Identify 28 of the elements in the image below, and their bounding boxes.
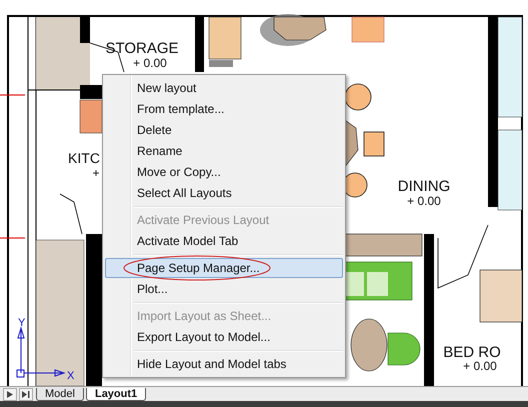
menu-item[interactable]: From template... xyxy=(105,99,343,119)
room-elevation: + 0.00 xyxy=(407,194,441,208)
menu-item[interactable]: Move or Copy... xyxy=(105,162,343,182)
menu-item[interactable]: Select All Layouts xyxy=(105,183,343,203)
menu-item[interactable]: Export Layout to Model... xyxy=(105,327,343,347)
y-axis-label: Y xyxy=(18,317,26,329)
menu-item[interactable]: Activate Model Tab xyxy=(105,231,343,251)
menu-item[interactable]: Page Setup Manager... xyxy=(105,258,343,278)
room-name: STORAGE xyxy=(105,40,179,57)
menu-item[interactable]: New layout xyxy=(105,78,343,98)
ucs-axes-icon xyxy=(16,326,66,378)
room-name: DINING xyxy=(398,178,450,195)
menu-item[interactable]: Rename xyxy=(105,141,343,161)
room-name: BED RO xyxy=(443,344,501,361)
next-tab-button[interactable] xyxy=(3,388,17,401)
x-axis-label: X xyxy=(67,370,74,382)
layout-tab[interactable]: Model xyxy=(36,388,84,401)
room-elevation: + 0.00 xyxy=(463,359,497,373)
last-tab-button[interactable] xyxy=(19,388,33,401)
layout-tab[interactable]: Layout1 xyxy=(86,388,146,401)
room-elevation: + xyxy=(92,166,100,180)
room-name: KITC xyxy=(68,150,100,166)
skip-end-icon xyxy=(22,391,30,398)
play-icon xyxy=(7,391,13,398)
menu-item[interactable]: Delete xyxy=(105,120,343,140)
menu-item[interactable]: Hide Layout and Model tabs xyxy=(105,354,343,374)
menu-item[interactable]: Plot... xyxy=(105,279,343,299)
room-elevation: + 0.00 xyxy=(133,56,167,70)
